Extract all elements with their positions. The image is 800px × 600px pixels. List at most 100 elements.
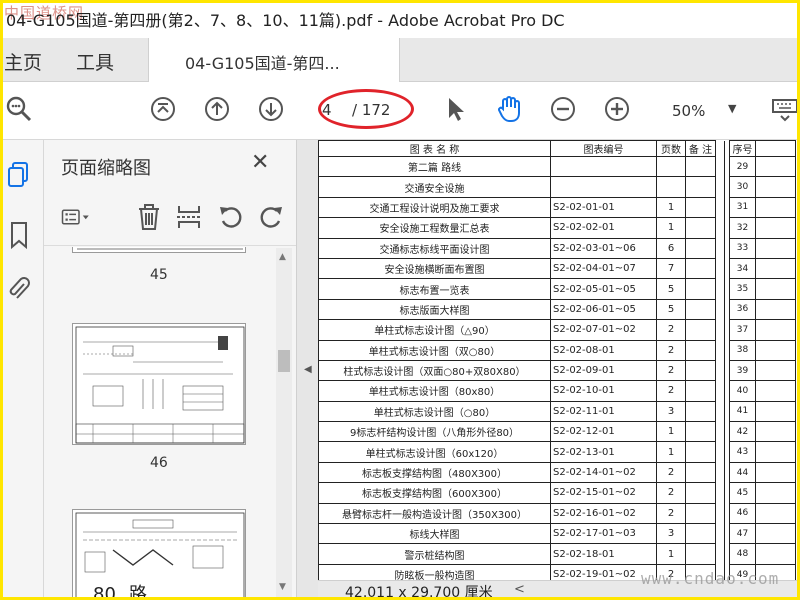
cell-code: S2-02-14-01~02 xyxy=(550,461,657,484)
zoom-out-icon[interactable] xyxy=(548,94,578,124)
header-code: 图表编号 xyxy=(550,140,657,157)
chevron-down-icon[interactable]: ▼ xyxy=(728,102,736,115)
tab-home[interactable]: 主页 xyxy=(4,48,42,75)
table-row: 单柱式标志设计图（△90） S2-02-07-01~02 2 37 xyxy=(318,319,796,341)
cell-remark xyxy=(685,359,716,382)
first-page-icon[interactable] xyxy=(148,94,178,124)
rotate-right-icon[interactable] xyxy=(256,202,286,232)
cell-pages: 2 xyxy=(656,482,686,504)
cell-name: 标志板支撑结构图（600X300） xyxy=(318,482,551,504)
column-gap xyxy=(715,503,725,524)
cell-code xyxy=(550,155,657,178)
cell-remark xyxy=(685,155,716,178)
cell-code: S2-02-04-01~07 xyxy=(550,257,657,280)
table-row: 标志板支撑结构图（600X300） S2-02-15-01~02 2 45 xyxy=(318,482,796,504)
table-row: 标志板支撑结构图（480X300） S2-02-14-01~02 2 44 xyxy=(318,461,796,484)
previous-page-icon[interactable] xyxy=(202,94,232,124)
tab-tools[interactable]: 工具 xyxy=(76,48,114,75)
cell-name: 交通工程设计说明及施工要求 xyxy=(318,196,551,219)
next-page-icon[interactable] xyxy=(256,94,286,124)
cell-seq: 30 xyxy=(729,176,756,198)
scroll-left-icon[interactable]: < xyxy=(514,582,525,597)
cell-pages: 3 xyxy=(656,400,686,423)
header-next-page xyxy=(755,140,796,157)
cell-pages: 2 xyxy=(656,319,686,341)
cell-pages: 1 xyxy=(656,217,686,239)
search-icon[interactable] xyxy=(4,94,34,124)
collapse-panel-icon[interactable]: ◀ xyxy=(304,364,312,375)
tab-bar: 主页 工具 04-G105国道-第四... xyxy=(0,38,800,82)
select-cursor-icon[interactable] xyxy=(440,94,470,124)
cell-code: S2-02-17-01~03 xyxy=(550,523,657,545)
zoom-level[interactable]: 50% xyxy=(672,102,705,120)
page-thumbnail-46[interactable] xyxy=(72,323,246,445)
table-row: 单柱式标志设计图（60x120） S2-02-13-01 1 43 xyxy=(318,441,796,463)
cell-name: 标线大样图 xyxy=(318,523,551,545)
cell-seq: 48 xyxy=(729,543,756,565)
table-row: 标志布置一览表 S2-02-05-01~05 5 35 xyxy=(318,278,796,300)
page-number-input[interactable]: 4 / 172 xyxy=(316,95,408,127)
column-gap xyxy=(715,421,725,442)
zoom-in-icon[interactable] xyxy=(602,94,632,124)
cell-pages: 6 xyxy=(656,237,686,259)
cell-pages: 1 xyxy=(656,543,686,565)
cell-next-page xyxy=(755,155,796,178)
column-gap xyxy=(715,360,725,381)
cell-code: S2-02-08-01 xyxy=(550,339,657,361)
table-row: 交通安全设施 30 xyxy=(318,176,796,198)
page-thumbnails-icon[interactable] xyxy=(5,160,33,190)
scroll-up-icon[interactable]: ▲ xyxy=(279,252,286,262)
cell-seq: 39 xyxy=(729,359,756,382)
cell-next-page xyxy=(755,298,796,321)
cell-next-page xyxy=(755,523,796,545)
keyboard-icon[interactable] xyxy=(770,94,800,124)
trash-icon[interactable] xyxy=(134,202,164,232)
bookmark-icon[interactable] xyxy=(5,220,33,250)
cell-remark xyxy=(685,217,716,239)
attachment-icon[interactable] xyxy=(5,274,33,304)
table-row: 悬臂标志杆一般构造设计图（350X300） S2-02-16-01~02 2 46 xyxy=(318,502,796,525)
tab-document[interactable]: 04-G105国道-第四... xyxy=(148,38,400,82)
svg-text:80: 80 xyxy=(93,584,116,600)
header-seq: 序号 xyxy=(729,140,756,157)
cell-next-page xyxy=(755,421,796,443)
cell-code: S2-02-10-01 xyxy=(550,380,657,402)
navigation-rail xyxy=(0,140,44,600)
column-gap xyxy=(715,340,725,361)
document-view[interactable]: 图 表 名 称 图表编号 页数 备 注 序号 第二篇 路线 29 交通安全设施 30 交… xyxy=(318,140,800,580)
column-gap xyxy=(715,238,725,259)
cell-pages: 5 xyxy=(656,278,686,300)
cell-seq: 43 xyxy=(729,441,756,463)
page-thumbnail-45[interactable] xyxy=(72,247,246,253)
table-row: 标志版面大样图 S2-02-06-01~05 5 36 xyxy=(318,298,796,321)
extract-pages-icon[interactable] xyxy=(174,202,204,232)
total-pages: / 172 xyxy=(352,101,391,119)
page-thumbnail-47[interactable]: 80 路 xyxy=(72,509,246,600)
cell-name: 悬臂标志杆一般构造设计图（350X300） xyxy=(318,502,551,525)
current-page[interactable]: 4 xyxy=(322,101,332,119)
thumbnail-scrollbar[interactable]: ▲ ▼ xyxy=(276,248,292,598)
column-gap xyxy=(715,299,725,320)
cell-seq: 38 xyxy=(729,339,756,361)
hand-tool-icon[interactable] xyxy=(494,94,524,124)
column-gap xyxy=(715,278,725,300)
header-pages: 页数 xyxy=(656,140,686,157)
cell-code: S2-02-16-01~02 xyxy=(550,502,657,525)
cell-name: 警示桩结构图 xyxy=(318,543,551,565)
close-icon[interactable]: ✕ xyxy=(251,150,269,175)
cell-name: 单柱式标志设计图（△90） xyxy=(318,319,551,341)
cell-pages: 2 xyxy=(656,339,686,361)
cell-next-page xyxy=(755,359,796,382)
panel-splitter[interactable]: ◀ xyxy=(296,140,318,600)
cell-seq: 33 xyxy=(729,237,756,259)
cell-seq: 35 xyxy=(729,278,756,300)
cell-remark xyxy=(685,523,716,545)
cell-remark xyxy=(685,319,716,341)
table-row: 9标志杆结构设计图（八角形外径80） S2-02-12-01 1 42 xyxy=(318,421,796,443)
rotate-left-icon[interactable] xyxy=(216,202,246,232)
header-name: 图 表 名 称 xyxy=(318,140,551,157)
scrollbar-thumb[interactable] xyxy=(278,350,290,372)
options-menu-icon[interactable] xyxy=(61,202,91,232)
cell-code: S2-02-03-01~06 xyxy=(550,237,657,259)
scroll-down-icon[interactable]: ▼ xyxy=(279,582,286,592)
